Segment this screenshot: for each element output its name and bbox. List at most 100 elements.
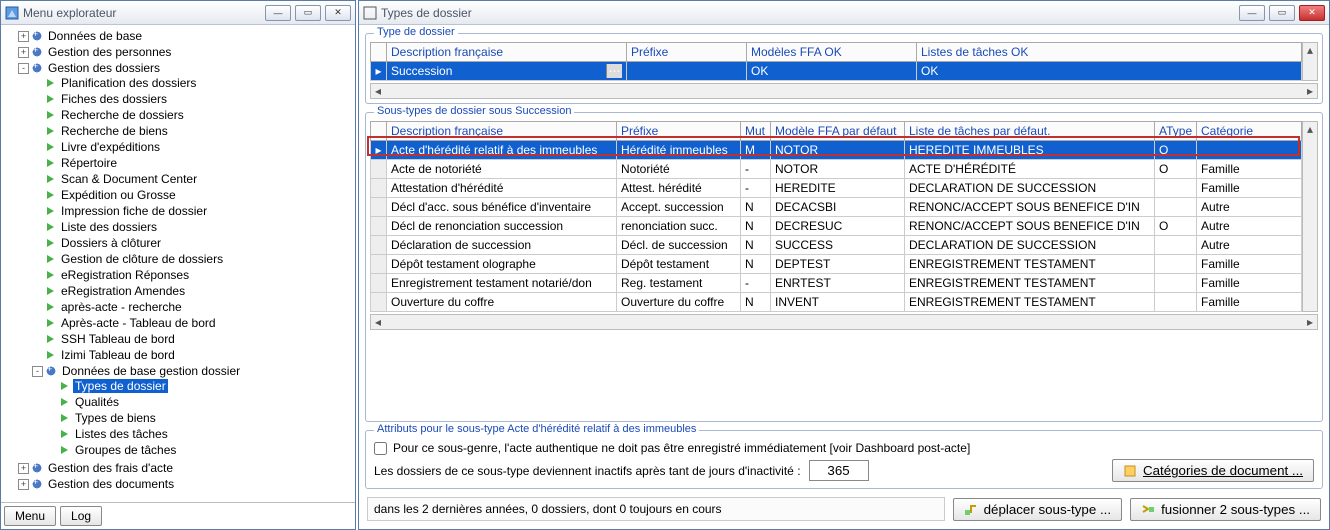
type-dossier-table[interactable]: Description française Préfixe Modèles FF…	[370, 42, 1302, 81]
table-row[interactable]: Enregistrement testament notarié/donReg.…	[371, 274, 1302, 293]
ellipsis-button[interactable]: ⋯	[606, 64, 622, 78]
tree-label: Planification des dossiers	[59, 76, 198, 90]
toggle-placeholder	[32, 142, 43, 153]
tree-node[interactable]: Impression fiche de dossier	[32, 204, 355, 218]
tree-node[interactable]: eRegistration Amendes	[32, 284, 355, 298]
post-acte-checkbox[interactable]	[374, 442, 387, 455]
minimize-button[interactable]: —	[1239, 5, 1265, 21]
tree-node[interactable]: Gestion de clôture de dossiers	[32, 252, 355, 266]
tree-node[interactable]: Après-acte - Tableau de bord	[32, 316, 355, 330]
maximize-button[interactable]: ▭	[1269, 5, 1295, 21]
hscroll[interactable]: ◂▸	[370, 314, 1318, 330]
tree-label: Répertoire	[59, 156, 119, 170]
tree-node[interactable]: après-acte - recherche	[32, 300, 355, 314]
arrow-icon	[47, 175, 54, 183]
close-button[interactable]: ✕	[325, 5, 351, 21]
table-row[interactable]: Attestation d'héréditéAttest. hérédité-H…	[371, 179, 1302, 198]
tree-node[interactable]: +Gestion des documents	[18, 477, 355, 491]
tree-node[interactable]: Livre d'expéditions	[32, 140, 355, 154]
categories-document-button[interactable]: Catégories de document ...	[1112, 459, 1314, 482]
table-row[interactable]: Ouverture du coffreOuverture du coffreNI…	[371, 293, 1302, 312]
inactive-days-input[interactable]	[809, 460, 869, 481]
tree-node[interactable]: -Données de base gestion dossier	[32, 364, 355, 378]
tree-node[interactable]: +Données de base	[18, 29, 355, 43]
tree-node[interactable]: eRegistration Réponses	[32, 268, 355, 282]
explorer-titlebar[interactable]: Menu explorateur — ▭ ✕	[1, 1, 355, 25]
type-dossier-legend: Type de dossier	[374, 26, 458, 38]
plus-circle-icon	[31, 46, 43, 58]
plus-circle-icon	[31, 478, 43, 490]
table-row[interactable]: Dépôt testament olographeDépôt testament…	[371, 255, 1302, 274]
tree-label: Gestion des frais d'acte	[46, 461, 175, 475]
minimize-button[interactable]: —	[265, 5, 291, 21]
table-row[interactable]: Déclaration de successionDécl. de succes…	[371, 236, 1302, 255]
col-header[interactable]: Description française	[387, 122, 617, 141]
tree-node[interactable]: Liste des dossiers	[32, 220, 355, 234]
expand-icon[interactable]: +	[18, 463, 29, 474]
expand-icon[interactable]: +	[18, 479, 29, 490]
tree-node[interactable]: Répertoire	[32, 156, 355, 170]
tree-node[interactable]: Types de dossier	[46, 379, 355, 393]
vscroll[interactable]: ▴	[1302, 121, 1318, 312]
table-row[interactable]: Décl de renonciation successionrenonciat…	[371, 217, 1302, 236]
arrow-icon	[61, 382, 68, 390]
sous-types-table[interactable]: Description françaisePréfixeMutModèle FF…	[370, 121, 1302, 312]
tree-label: Groupes de tâches	[73, 443, 178, 457]
tree-node[interactable]: Planification des dossiers	[32, 76, 355, 90]
col-desc[interactable]: Description française	[387, 43, 627, 62]
tree-node[interactable]: Dossiers à clôturer	[32, 236, 355, 250]
tree-node[interactable]: +Gestion des personnes	[18, 45, 355, 59]
expand-icon[interactable]: +	[18, 47, 29, 58]
tree-view[interactable]: +Données de base+Gestion des personnes-G…	[1, 25, 355, 502]
collapse-icon[interactable]: -	[18, 63, 29, 74]
footer-row: dans les 2 dernières années, 0 dossiers,…	[367, 497, 1321, 521]
tree-node[interactable]: SSH Tableau de bord	[32, 332, 355, 346]
menu-button[interactable]: Menu	[4, 506, 56, 526]
table-row[interactable]: Décl d'acc. sous bénéfice d'inventaireAc…	[371, 198, 1302, 217]
log-button[interactable]: Log	[60, 506, 102, 526]
tree-node[interactable]: Recherche de dossiers	[32, 108, 355, 122]
table-row[interactable]: Acte de notoriétéNotoriété-NOTORACTE D'H…	[371, 160, 1302, 179]
tree-node[interactable]: Groupes de tâches	[46, 443, 355, 457]
tree-label: Types de biens	[73, 411, 158, 425]
hscroll[interactable]: ◂▸	[370, 83, 1318, 99]
col-ffa[interactable]: Modèles FFA OK	[747, 43, 917, 62]
col-header[interactable]: AType	[1155, 122, 1197, 141]
expand-icon[interactable]: +	[18, 31, 29, 42]
col-header[interactable]: Catégorie	[1197, 122, 1302, 141]
tree-node[interactable]: Fiches des dossiers	[32, 92, 355, 106]
tree-node[interactable]: -Gestion des dossiers	[18, 61, 355, 75]
arrow-icon	[47, 223, 54, 231]
vscroll[interactable]: ▴	[1302, 42, 1318, 81]
col-header[interactable]: Mut	[741, 122, 771, 141]
tree-node[interactable]: + Gestion des frais d'acte	[18, 461, 355, 475]
type-dossier-row[interactable]: ▸ Succession⋯ OK OK	[371, 62, 1302, 81]
tree-node[interactable]: Recherche de biens	[32, 124, 355, 138]
tree-node[interactable]: Scan & Document Center	[32, 172, 355, 186]
toggle-placeholder	[32, 78, 43, 89]
types-titlebar[interactable]: Types de dossier — ▭ ✕	[359, 1, 1329, 25]
col-header[interactable]: Liste de tâches par défaut.	[905, 122, 1155, 141]
col-header[interactable]: Préfixe	[617, 122, 741, 141]
tree-node[interactable]: Izimi Tableau de bord	[32, 348, 355, 362]
sous-types-group: Sous-types de dossier sous Succession De…	[365, 112, 1323, 422]
tree-node[interactable]: Types de biens	[46, 411, 355, 425]
post-acte-label: Pour ce sous-genre, l'acte authentique n…	[393, 441, 970, 455]
close-button[interactable]: ✕	[1299, 5, 1325, 21]
tree-node[interactable]: Qualités	[46, 395, 355, 409]
tree-node[interactable]: Expédition ou Grosse	[32, 188, 355, 202]
arrow-icon	[47, 79, 54, 87]
col-header[interactable]: Modèle FFA par défaut	[771, 122, 905, 141]
col-prefixe[interactable]: Préfixe	[627, 43, 747, 62]
col-listes[interactable]: Listes de tâches OK	[917, 43, 1302, 62]
merge-subtypes-button[interactable]: fusionner 2 sous-types ...	[1130, 498, 1321, 521]
move-subtype-button[interactable]: déplacer sous-type ...	[953, 498, 1122, 521]
tree-node[interactable]: Listes des tâches	[46, 427, 355, 441]
arrow-icon	[47, 303, 54, 311]
collapse-icon[interactable]: -	[32, 366, 43, 377]
toggle-placeholder	[32, 350, 43, 361]
arrow-icon	[47, 287, 54, 295]
table-row[interactable]: ▸Acte d'hérédité relatif à des immeubles…	[371, 141, 1302, 160]
maximize-button[interactable]: ▭	[295, 5, 321, 21]
tree-label: Livre d'expéditions	[59, 140, 162, 154]
